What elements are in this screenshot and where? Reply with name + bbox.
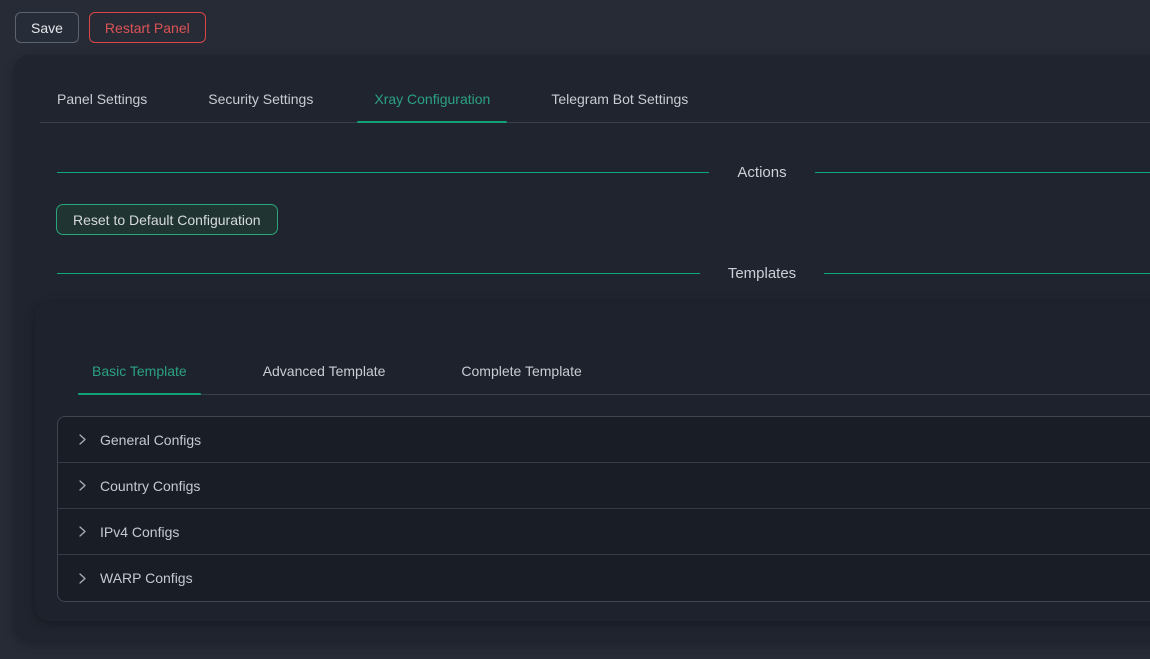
collapse-row-general-configs[interactable]: General Configs	[58, 417, 1150, 463]
restart-panel-button[interactable]: Restart Panel	[89, 12, 206, 43]
settings-tab-bar: Panel Settings Security Settings Xray Co…	[40, 82, 1150, 123]
tab-advanced-template[interactable]: Advanced Template	[249, 354, 400, 394]
topbar: Save Restart Panel	[0, 0, 1150, 55]
tab-complete-template[interactable]: Complete Template	[447, 354, 595, 394]
config-collapse-list: General Configs Country Configs IPv4 Con…	[57, 416, 1150, 602]
collapse-row-warp-configs[interactable]: WARP Configs	[58, 555, 1150, 601]
reset-to-default-button[interactable]: Reset to Default Configuration	[56, 204, 278, 235]
chevron-right-icon	[76, 479, 89, 492]
collapse-row-country-configs[interactable]: Country Configs	[58, 463, 1150, 509]
chevron-right-icon	[76, 433, 89, 446]
templates-card: Basic Template Advanced Template Complet…	[35, 302, 1150, 621]
tab-panel-settings[interactable]: Panel Settings	[40, 82, 164, 122]
tab-xray-configuration[interactable]: Xray Configuration	[357, 82, 507, 122]
tab-security-settings[interactable]: Security Settings	[191, 82, 330, 122]
chevron-right-icon	[76, 525, 89, 538]
divider-line	[815, 172, 1150, 173]
collapse-row-label: WARP Configs	[100, 570, 193, 586]
collapse-row-ipv4-configs[interactable]: IPv4 Configs	[58, 509, 1150, 555]
actions-divider: Actions	[14, 164, 1150, 181]
collapse-row-label: IPv4 Configs	[100, 524, 179, 540]
templates-divider: Templates	[14, 265, 1150, 282]
divider-line	[824, 273, 1150, 274]
chevron-right-icon	[76, 572, 89, 585]
tab-telegram-bot-settings[interactable]: Telegram Bot Settings	[534, 82, 705, 122]
actions-section-title: Actions	[737, 164, 786, 181]
divider-line	[57, 273, 700, 274]
template-tab-bar: Basic Template Advanced Template Complet…	[78, 354, 1150, 395]
tab-basic-template[interactable]: Basic Template	[78, 354, 201, 394]
templates-section-title: Templates	[728, 265, 796, 282]
settings-card: Panel Settings Security Settings Xray Co…	[14, 55, 1150, 641]
divider-line	[57, 172, 709, 173]
collapse-row-label: Country Configs	[100, 478, 200, 494]
collapse-row-label: General Configs	[100, 432, 201, 448]
save-button[interactable]: Save	[15, 12, 79, 43]
